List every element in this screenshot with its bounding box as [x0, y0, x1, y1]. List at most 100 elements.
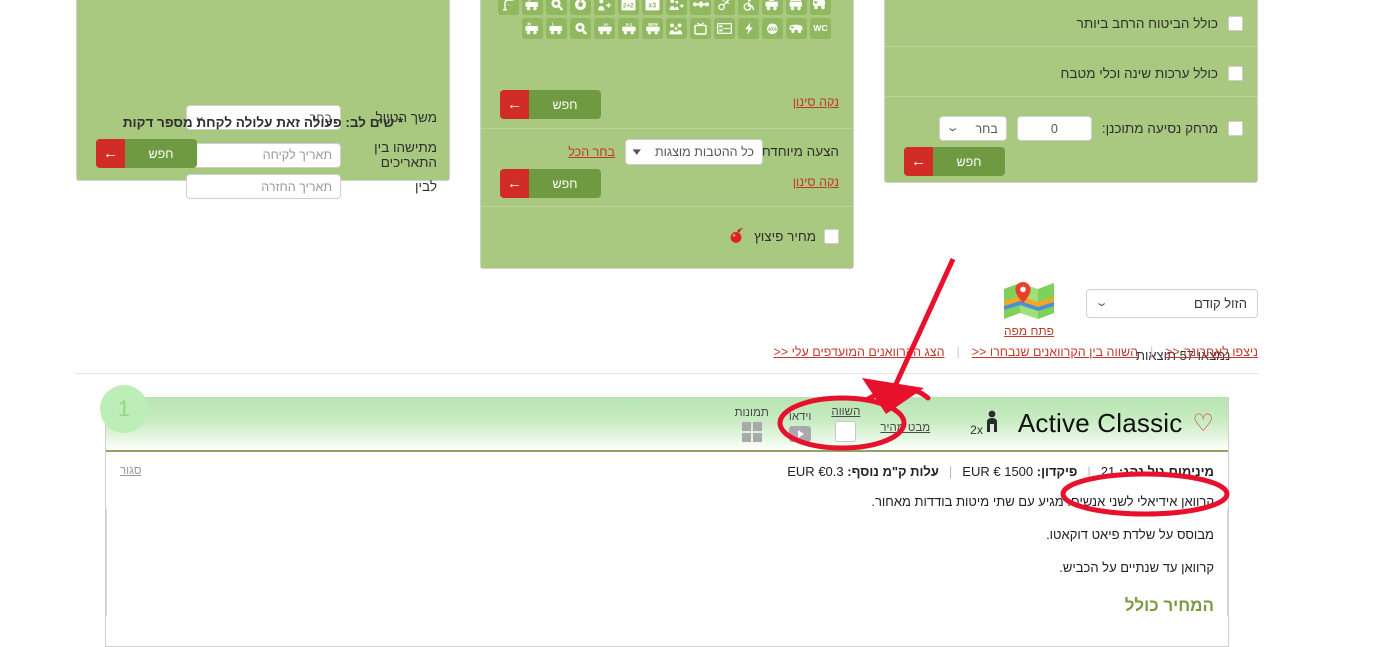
- arrow-left-icon: ←: [904, 147, 933, 176]
- panel-divider-a: [885, 46, 1257, 47]
- person-plus-icon[interactable]: [594, 0, 615, 15]
- feature-icon-grid: A x3 2+2 Y S WC 4X4 NEW 0-1 +4 C L M: [481, 0, 853, 39]
- map-icon: [1003, 282, 1055, 323]
- inclusion-row-insurance: כולל הביטוח הרחב ביותר: [1077, 16, 1243, 31]
- open-map-button[interactable]: פתח מפה: [997, 280, 1061, 338]
- search-button-label: חפש: [148, 146, 174, 161]
- camper-size-s-icon[interactable]: S: [522, 0, 543, 15]
- chevron-down-icon: ⌄: [945, 122, 960, 134]
- svg-text:+4: +4: [603, 22, 608, 27]
- meta-separator-1: |: [1087, 464, 1091, 479]
- features-filter-panel: A x3 2+2 Y S WC 4X4 NEW 0-1 +4 C L M נקה…: [480, 0, 854, 269]
- quality-c-icon[interactable]: C: [570, 18, 591, 39]
- photos-label: תמונות: [734, 406, 769, 419]
- special-offer-select[interactable]: כל ההטבות מוצגות ▾: [625, 139, 763, 165]
- video-button[interactable]: וידאו: [789, 411, 812, 442]
- trip-duration-filter-panel: משך הטיול בחר ⌄ מתישהו בין התאריכים תארי…: [76, 0, 450, 199]
- favorites-link[interactable]: הצג הקרוואנים המועדפים עלי <<: [774, 345, 945, 359]
- new-icon[interactable]: NEW: [642, 18, 663, 39]
- camper-size-m-icon[interactable]: M: [522, 18, 543, 39]
- search-button-features[interactable]: חפש ←: [500, 90, 601, 119]
- insurance-label: כולל הביטוח הרחב ביותר: [1076, 16, 1218, 31]
- svg-text:Y: Y: [558, 6, 561, 11]
- special-offer-label: הצעה מיוחדת: [761, 144, 839, 159]
- passenger-count: 2x: [970, 423, 983, 437]
- capacity-x3-icon[interactable]: x3: [642, 0, 663, 15]
- open-map-label[interactable]: פתח מפה: [997, 324, 1061, 338]
- search-button-duration[interactable]: חפש ←: [96, 139, 197, 168]
- gallery-grid-icon[interactable]: [741, 421, 762, 442]
- favorite-heart-icon[interactable]: ♡: [1192, 411, 1214, 436]
- kits-checkbox[interactable]: [1228, 66, 1243, 81]
- result-meta-row: מינימום גיל נהג: 21 | פיקדון: 1500 € EUR…: [120, 464, 1214, 479]
- age-plus4-icon[interactable]: +4: [594, 18, 615, 39]
- compare-checkbox[interactable]: [835, 420, 857, 442]
- kits-label: כולל ערכות שינה וכלי מטבח: [1060, 66, 1218, 81]
- return-date-input[interactable]: תאריך החזרה: [186, 174, 341, 199]
- search-button-inclusions[interactable]: חפש ←: [904, 147, 1005, 176]
- panel-divider-2: [481, 206, 853, 207]
- horizontal-rule: [76, 373, 1258, 374]
- quality-y-icon[interactable]: Y: [546, 0, 567, 15]
- quick-view-label: מבט מהיר: [880, 421, 931, 434]
- result-card-actions: מבט מהיר השווה וידאו תמונות: [735, 406, 930, 442]
- svg-text:M: M: [527, 22, 531, 27]
- svg-text:x3: x3: [648, 2, 656, 9]
- camper-icon[interactable]: [786, 0, 807, 15]
- family-icon[interactable]: [666, 18, 687, 39]
- clear-filter-link-features[interactable]: נקה סינון: [793, 95, 839, 109]
- wc-icon[interactable]: WC: [810, 18, 831, 39]
- pickup-date-input[interactable]: תאריך לקיחה: [186, 142, 341, 168]
- card-right-rail: [1227, 509, 1228, 617]
- camper-alt-icon[interactable]: [762, 0, 783, 15]
- trailer-icon[interactable]: [786, 18, 807, 39]
- description-line-2: מבוסס על שלדת פיאט דוקאטו.: [1046, 527, 1214, 543]
- quick-view-link[interactable]: מבט מהיר: [880, 422, 930, 434]
- inclusions-filter-panel: כולל הביטוח הרחב ביותר כולל ערכות שינה ו…: [884, 0, 1258, 183]
- arrow-left-icon: ←: [500, 169, 529, 198]
- close-card-link[interactable]: סגור: [120, 465, 142, 477]
- filter-row-return-date: לבין תאריך החזרה: [186, 174, 437, 199]
- distance-input[interactable]: 0: [1016, 116, 1092, 141]
- search-button-offers[interactable]: חפש ←: [500, 169, 601, 198]
- passenger-capacity: 2x: [970, 410, 1000, 437]
- result-index-badge: 1: [100, 385, 148, 433]
- blast-price-checkbox[interactable]: [824, 229, 839, 244]
- search-button-label: חפש: [552, 176, 578, 191]
- recently-viewed-link[interactable]: ניצפו לאחרונה <<: [1165, 345, 1258, 359]
- compare-selected-link[interactable]: השווה בין הקרוואנים שנבחרו <<: [972, 345, 1138, 359]
- select-all-link[interactable]: בחר הכל: [568, 145, 615, 159]
- svg-text:L: L: [552, 22, 555, 27]
- capacity-2plus2-icon[interactable]: 2+2: [618, 0, 639, 15]
- sort-select[interactable]: הזול קודם ⌄: [1086, 289, 1258, 318]
- panel-divider-b: [885, 96, 1257, 97]
- min-driver-age-label: מינימום גיל נהג:: [1118, 464, 1214, 479]
- bunk-bed-icon[interactable]: [714, 18, 735, 39]
- tv-icon[interactable]: [690, 18, 711, 39]
- family-plus-icon[interactable]: [666, 0, 687, 15]
- link-separator-2: |: [956, 345, 960, 359]
- clear-filter-link-offers[interactable]: נקה סינון: [793, 175, 839, 189]
- age-0-1-icon[interactable]: 0-1: [618, 18, 639, 39]
- duration-note: * שים לב: פעולה זאת עלולה לקחת מספר דקות: [122, 115, 404, 130]
- distance-unit-value: בחר: [975, 121, 998, 136]
- compare-control[interactable]: השווה: [831, 406, 860, 442]
- play-icon[interactable]: [789, 425, 812, 442]
- wheelchair-icon[interactable]: [738, 0, 759, 15]
- distance-unit-select[interactable]: בחר ⌄: [938, 116, 1007, 141]
- tow-hitch-icon[interactable]: [690, 0, 711, 15]
- automatic-key-icon[interactable]: A: [714, 0, 735, 15]
- arrow-left-icon: ←: [96, 139, 125, 168]
- four-by-four-icon[interactable]: 4X4: [762, 18, 783, 39]
- photos-button[interactable]: תמונות: [735, 407, 769, 442]
- circle-icon[interactable]: [570, 0, 591, 15]
- shower-icon[interactable]: [498, 0, 519, 15]
- distance-checkbox[interactable]: [1228, 121, 1243, 136]
- result-card-body: סגור מינימום גיל נהג: 21 | פיקדון: 1500 …: [106, 452, 1228, 617]
- insurance-checkbox[interactable]: [1228, 16, 1243, 31]
- electricity-icon[interactable]: [738, 18, 759, 39]
- camper-size-l-icon[interactable]: L: [546, 18, 567, 39]
- van-icon[interactable]: [810, 0, 831, 15]
- meta-separator-2: |: [948, 464, 953, 479]
- extra-km-label: עלות ק"מ נוסף:: [847, 464, 939, 479]
